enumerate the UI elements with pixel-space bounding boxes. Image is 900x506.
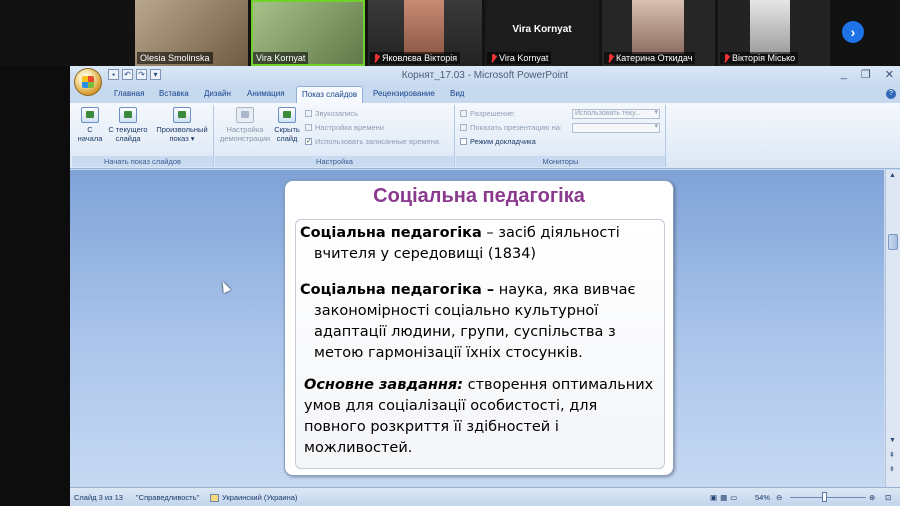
paragraph-2: Соціальна педагогіка – наука, яка вивчає… — [300, 282, 636, 361]
setup-show-button[interactable]: Настройка демонстрации — [219, 107, 271, 143]
participant-name: Vira Kornyat — [253, 52, 309, 64]
group-setup: Настройка демонстрации Скрыть слайд Звук… — [215, 105, 455, 167]
slide-title[interactable]: Соціальна педагогіка — [285, 185, 673, 208]
theme-name[interactable]: "Справедливость" — [136, 493, 199, 502]
slideshow-icon — [81, 107, 99, 123]
participant-tile[interactable]: Вікторія Місько — [718, 0, 830, 66]
setup-show-icon — [236, 107, 254, 123]
participant-name: Vira Kornyat — [487, 52, 552, 64]
tab-review[interactable]: Рецензирование — [373, 89, 435, 98]
spellcheck-icon — [210, 494, 219, 503]
ribbon-tabs: Главная Вставка Дизайн Анимация Показ сл… — [70, 86, 900, 103]
zoom-slider-knob[interactable] — [822, 492, 827, 502]
zoom-slider[interactable] — [790, 497, 866, 498]
screen: Olesia Smolinska Vira Kornyat Яковлєва В… — [0, 0, 900, 506]
group-label: Мониторы — [456, 156, 665, 167]
monitor-icon — [460, 124, 467, 131]
fit-slide-icon[interactable]: ⊡ — [885, 493, 891, 502]
zoom-level[interactable]: 54% — [755, 493, 770, 502]
participant-tile[interactable]: Катерина Откидач — [602, 0, 715, 66]
resolution-icon — [460, 110, 467, 117]
tab-slideshow[interactable]: Показ слайдов — [296, 86, 364, 103]
microphone-icon — [305, 110, 312, 117]
previous-slide-icon[interactable]: ⇞ — [889, 451, 895, 459]
participant-name: Катерина Откидач — [604, 52, 696, 64]
group-label: Настройка — [215, 156, 454, 167]
use-timings-checkbox[interactable]: Использовать записанные времена — [305, 137, 439, 146]
slide[interactable]: Соціальна педагогіка Соціальна педагогік… — [284, 180, 674, 476]
clock-icon — [305, 124, 312, 131]
tab-design[interactable]: Дизайн — [204, 89, 231, 98]
show-on-select[interactable] — [572, 123, 660, 133]
custom-show-button[interactable]: Произвольный показ ▾ — [154, 107, 210, 143]
hide-slide-icon — [278, 107, 296, 123]
resolution-select[interactable]: Использовать теку... — [572, 109, 660, 119]
slide-counter: Слайд 3 из 13 — [74, 493, 123, 502]
participant-tile[interactable]: Яковлєва Вікторія — [368, 0, 482, 66]
participant-center-name: Vira Kornyat — [512, 24, 572, 35]
help-icon[interactable]: ? — [886, 89, 896, 99]
participant-name: Вікторія Місько — [720, 52, 799, 64]
view-buttons[interactable]: ▣▦▭ — [710, 493, 740, 502]
close-button[interactable]: ✕ — [885, 68, 894, 81]
scroll-thumb[interactable] — [888, 234, 898, 250]
scroll-up-icon[interactable]: ▲ — [889, 172, 896, 179]
title-bar: ▪ ↶ ↷ ▾ Корнят_17.03 - Microsoft PowerPo… — [70, 66, 900, 96]
window-title: Корнят_17.03 - Microsoft PowerPoint — [401, 70, 569, 81]
tab-view[interactable]: Вид — [450, 89, 464, 98]
show-on-row: Показать презентацию на: — [460, 123, 562, 132]
minimize-button[interactable]: _ — [841, 68, 847, 81]
language-indicator[interactable]: Украинский (Украина) — [210, 493, 297, 503]
powerpoint-window: ▪ ↶ ↷ ▾ Корнят_17.03 - Microsoft PowerPo… — [70, 66, 900, 506]
mic-muted-icon — [723, 53, 730, 63]
mic-muted-icon — [607, 53, 614, 63]
rehearse-timings-button[interactable]: Настройка времени — [305, 123, 384, 132]
window-controls: _ ❐ ✕ — [841, 68, 894, 81]
chevron-right-icon[interactable]: › — [842, 21, 864, 43]
slide-content-box[interactable]: Соціальна педагогіка – засіб діяльності … — [295, 219, 665, 469]
participants-strip: Olesia Smolinska Vira Kornyat Яковлєва В… — [0, 0, 900, 66]
paragraph-3: Основне завдання: створення оптимальних … — [304, 377, 654, 456]
mic-muted-icon — [490, 53, 497, 63]
presenter-view-checkbox[interactable]: Режим докладчика — [460, 137, 536, 146]
participant-video — [404, 0, 444, 54]
from-current-button[interactable]: С текущего слайда — [106, 107, 150, 143]
participant-name: Olesia Smolinska — [137, 52, 213, 64]
participant-tile[interactable]: Vira Kornyat Vira Kornyat — [485, 0, 599, 66]
scroll-down-icon[interactable]: ▼ — [889, 437, 896, 444]
record-narration-button[interactable]: Звукозапись — [305, 109, 358, 118]
vertical-scrollbar[interactable]: ▲ ▼ ⇞ ⇟ — [885, 170, 900, 487]
slide-editor[interactable]: Соціальна педагогіка Соціальна педагогік… — [70, 170, 884, 487]
maximize-button[interactable]: ❐ — [861, 68, 871, 81]
participant-name: Яковлєва Вікторія — [370, 52, 461, 64]
custom-show-icon — [173, 107, 191, 123]
tab-insert[interactable]: Вставка — [159, 89, 189, 98]
slideshow-current-icon — [119, 107, 137, 123]
tab-animation[interactable]: Анимация — [247, 89, 285, 98]
zoom-in-icon[interactable]: ⊕ — [869, 493, 875, 502]
zoom-out-icon[interactable]: ⊖ — [776, 493, 782, 502]
resolution-row: Разрешение: — [460, 109, 515, 118]
participant-video — [750, 0, 790, 54]
ribbon: С начала С текущего слайда Произвольный … — [70, 103, 900, 169]
status-bar: Слайд 3 из 13 "Справедливость" Украински… — [70, 487, 900, 506]
group-label: Начать показ слайдов — [72, 156, 213, 167]
group-monitors: Разрешение: Использовать теку... Показат… — [456, 105, 666, 167]
from-beginning-button[interactable]: С начала — [76, 107, 104, 143]
group-start-slideshow: С начала С текущего слайда Произвольный … — [72, 105, 214, 167]
participant-tile[interactable]: Olesia Smolinska — [135, 0, 248, 66]
office-button[interactable] — [74, 68, 102, 96]
participant-tile-active[interactable]: Vira Kornyat — [251, 0, 365, 66]
mic-muted-icon — [373, 53, 380, 63]
hide-slide-button[interactable]: Скрыть слайд — [273, 107, 301, 143]
checkbox-icon — [460, 138, 467, 145]
tab-home[interactable]: Главная — [114, 89, 144, 98]
next-slide-icon[interactable]: ⇟ — [889, 465, 895, 473]
paragraph-1: Соціальна педагогіка – засіб діяльності … — [300, 225, 620, 262]
checkbox-icon — [305, 138, 312, 145]
mouse-pointer-icon — [219, 279, 231, 294]
participant-video — [632, 0, 684, 54]
